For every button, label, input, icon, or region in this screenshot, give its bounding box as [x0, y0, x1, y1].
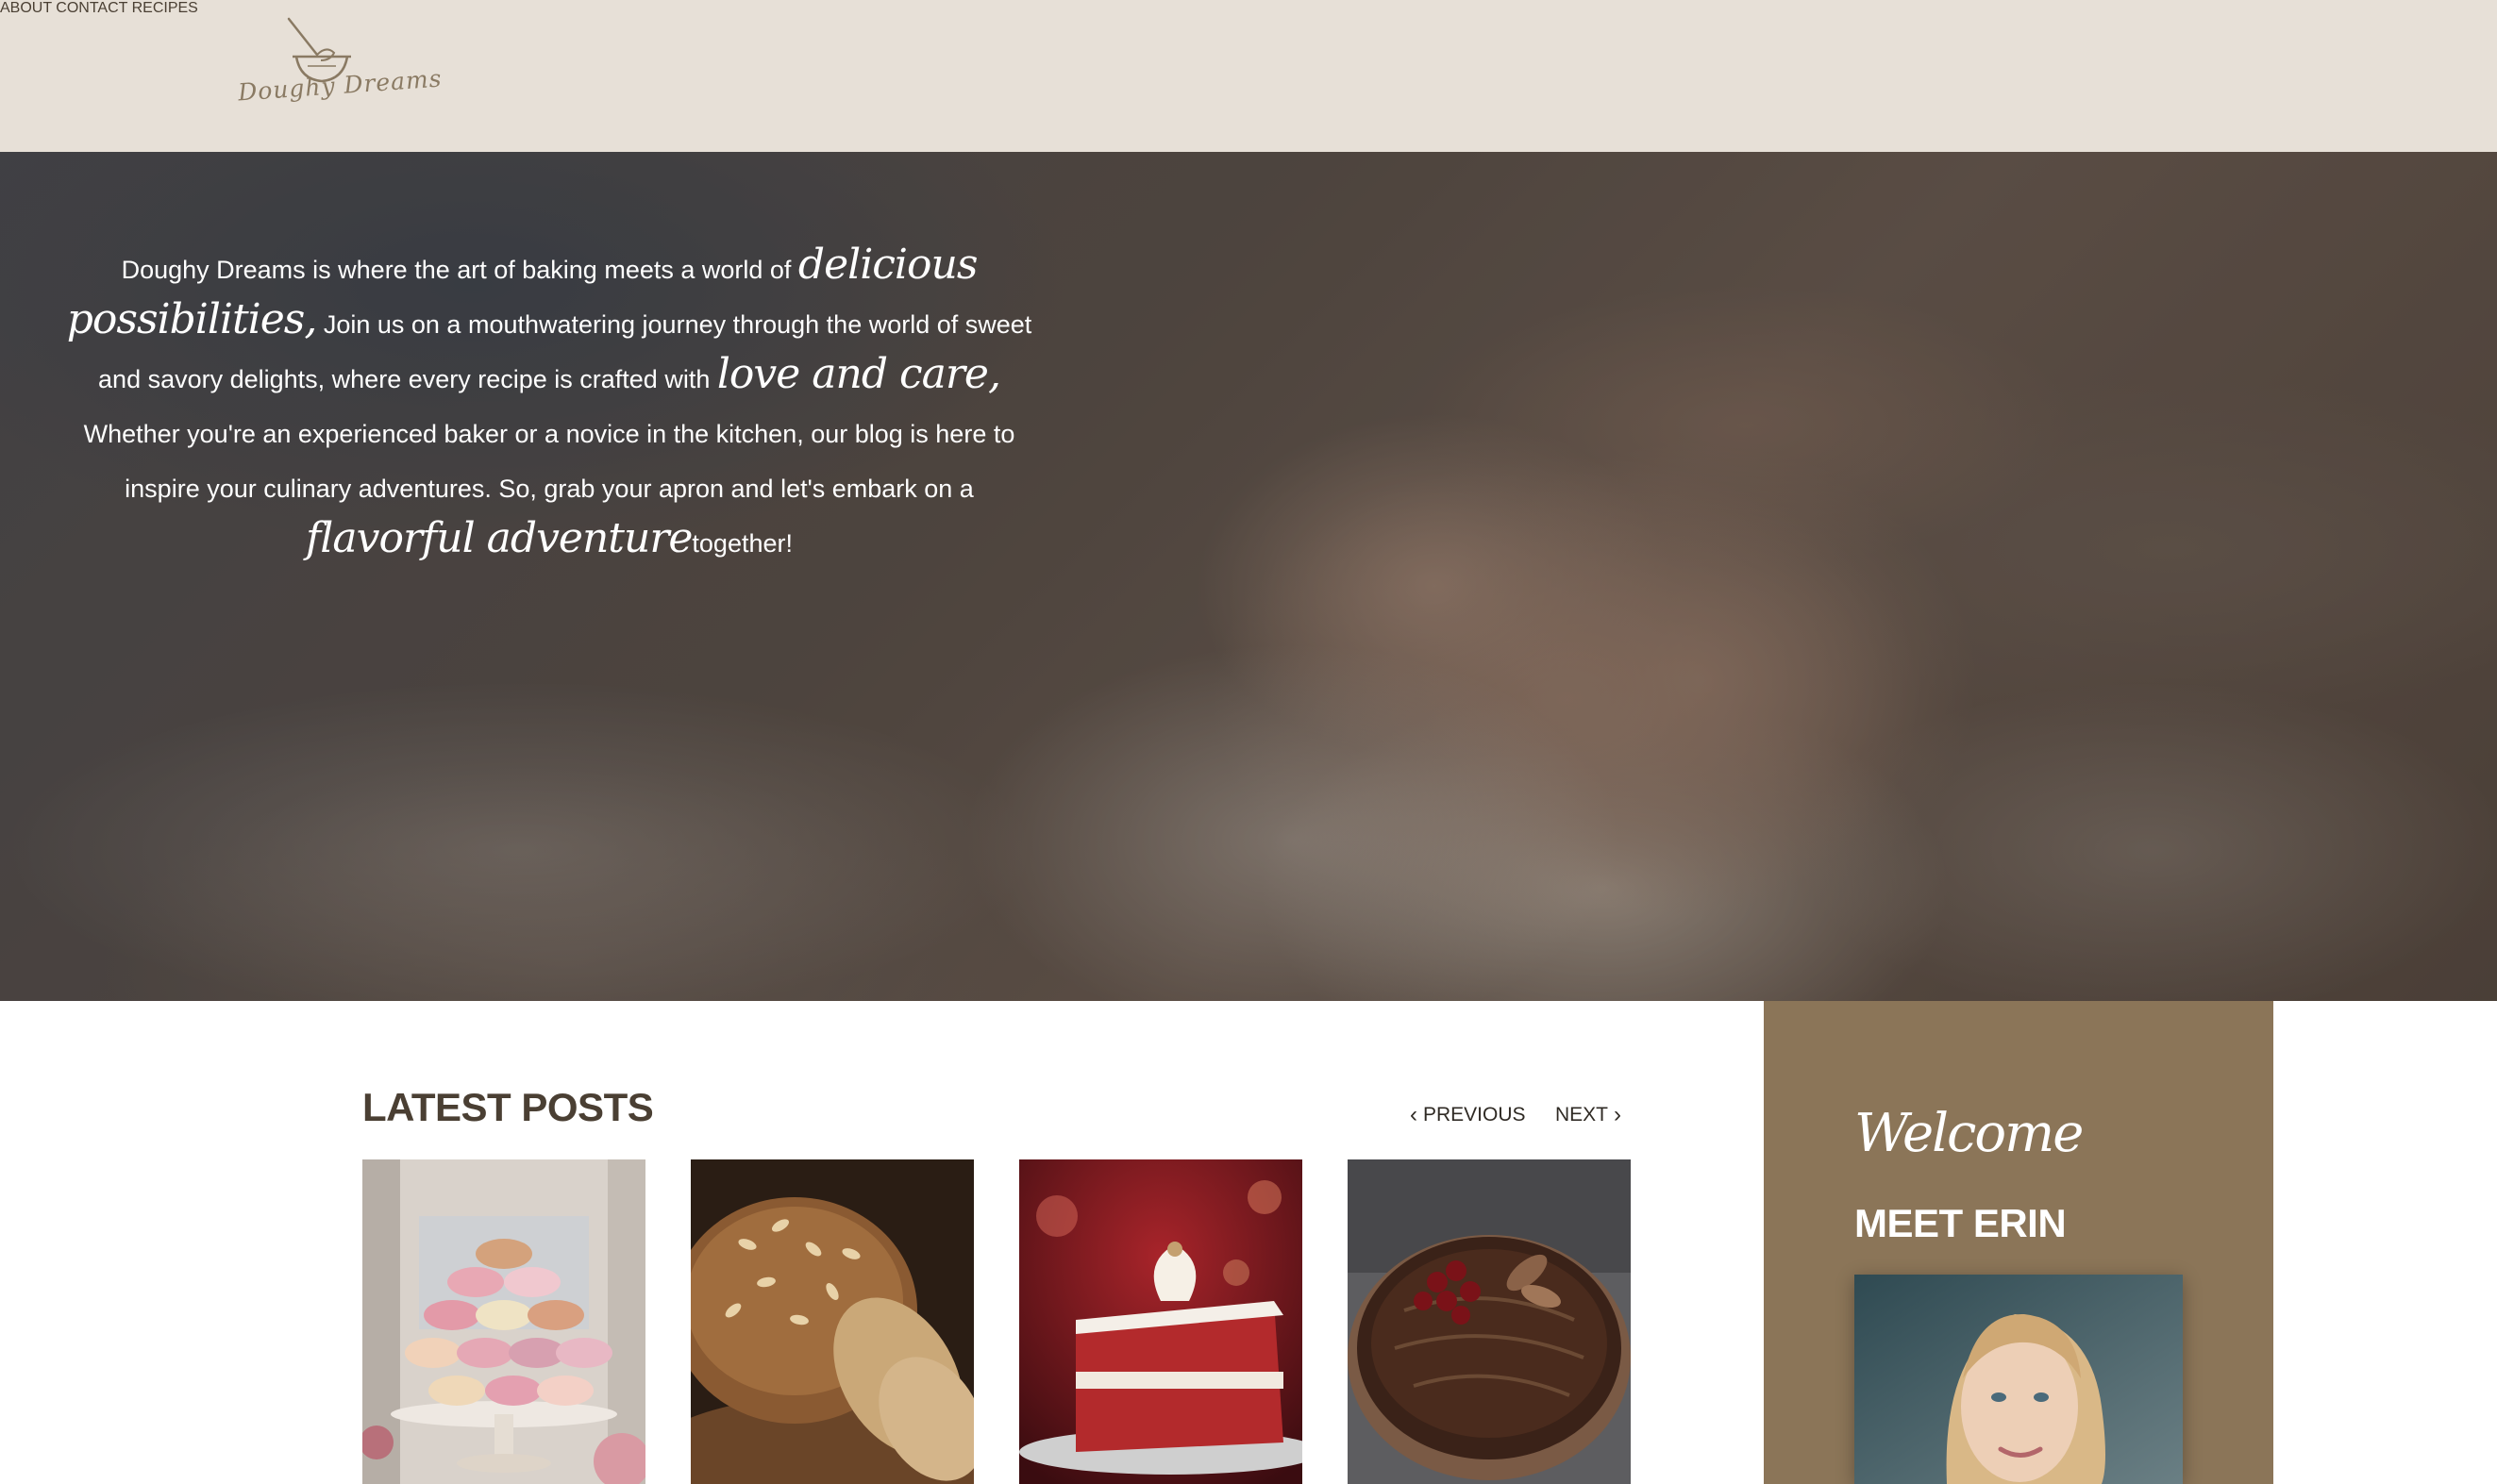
chocolate-cake-icon [1348, 1159, 1631, 1484]
nav-contact[interactable]: CONTACT [56, 0, 127, 16]
macarons-icon [362, 1159, 645, 1484]
next-button[interactable]: NEXT › [1555, 1104, 1621, 1126]
latest-posts-title: LATEST POSTS [362, 1085, 654, 1129]
post-card-chocolate[interactable] [1348, 1159, 1631, 1484]
previous-button[interactable]: ‹ PREVIOUS [1410, 1104, 1526, 1126]
post-card-macarons[interactable] [362, 1159, 645, 1484]
portrait-icon [1854, 1275, 2183, 1484]
post-card-red-velvet[interactable] [1019, 1159, 1302, 1484]
bread-icon [691, 1159, 974, 1484]
hero-script-flavorful: flavorful adventure [306, 514, 693, 562]
meet-erin-heading: MEET ERIN [1854, 1201, 2067, 1245]
nav-about[interactable]: ABOUT [0, 0, 52, 16]
welcome-heading: Welcome [1854, 1103, 2084, 1164]
main-nav: ABOUT CONTACT RECIPES [0, 0, 2497, 17]
hero-banner: Doughy Dreams is where the art of baking… [0, 152, 2497, 1001]
hero-script-love: love and care, [716, 350, 1001, 398]
red-velvet-cake-icon [1019, 1159, 1302, 1484]
about-sidebar: Welcome MEET ERIN [1764, 1001, 2273, 1484]
post-card-bread[interactable] [691, 1159, 974, 1484]
site-logo[interactable]: Doughy Dreams [234, 17, 443, 115]
chevron-left-icon: ‹ [1410, 1102, 1417, 1127]
site-header: Doughy Dreams ABOUT CONTACT RECIPES [0, 0, 2497, 152]
chevron-right-icon: › [1614, 1102, 1622, 1127]
logo-text: Doughy Dreams [237, 64, 444, 107]
author-portrait [1854, 1275, 2183, 1484]
nav-recipes[interactable]: RECIPES [132, 0, 198, 16]
hero-intro-text: Doughy Dreams is where the art of baking… [66, 241, 1032, 562]
